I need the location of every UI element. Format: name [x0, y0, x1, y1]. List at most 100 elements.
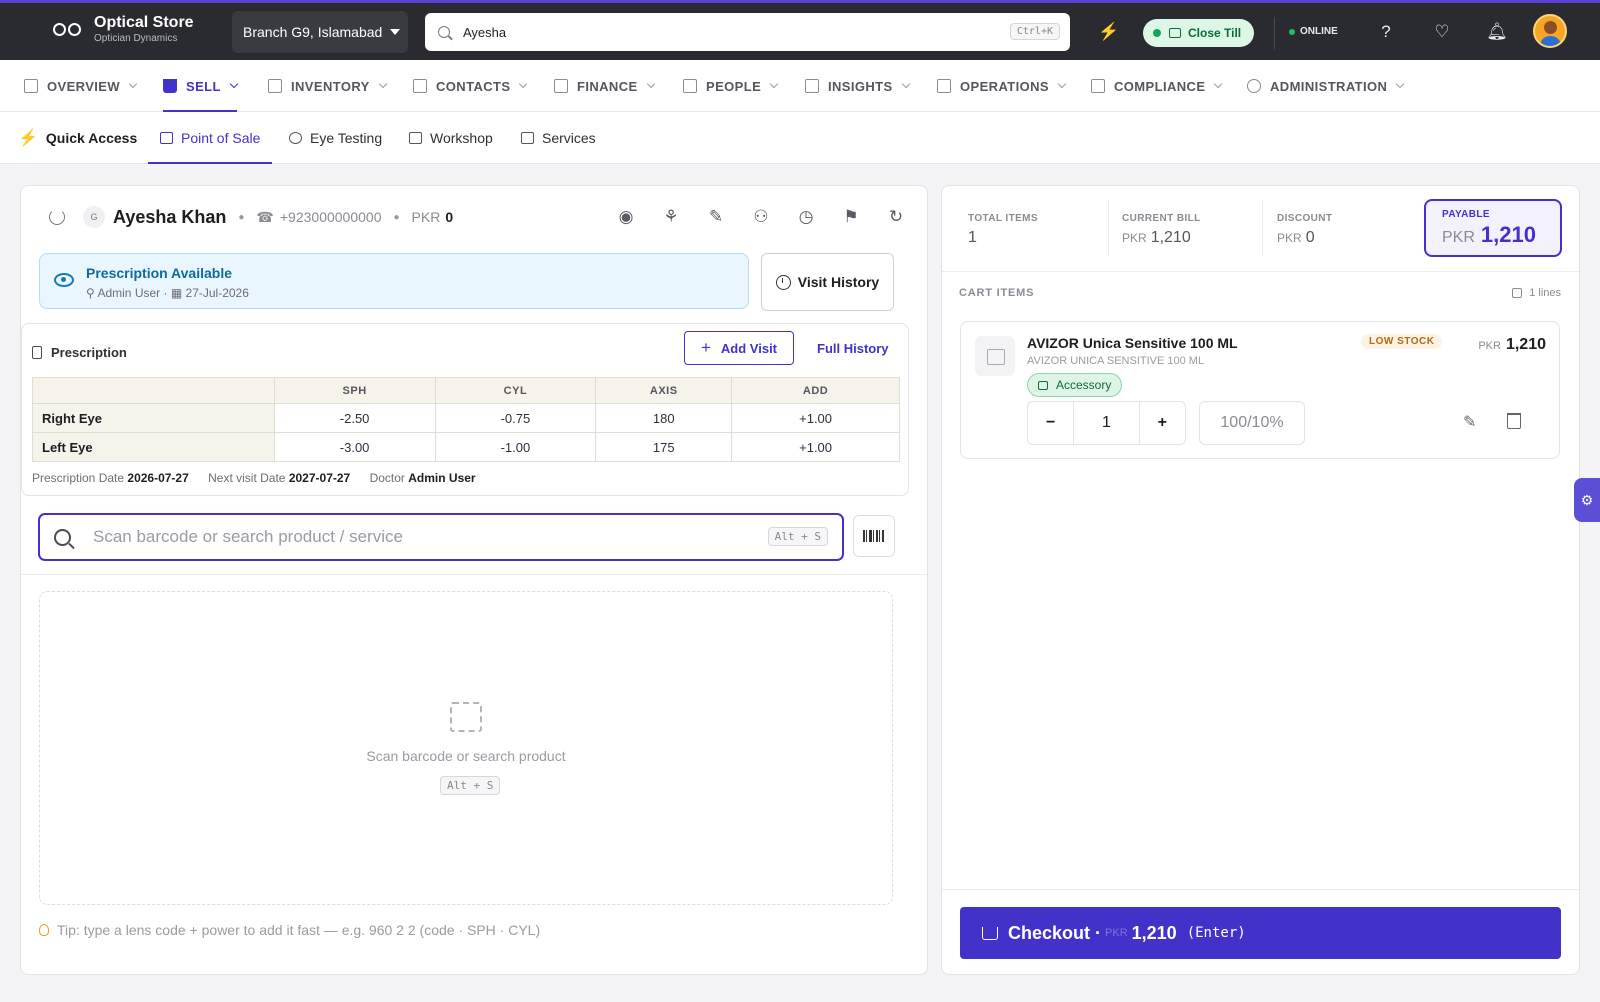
- users-icon: [413, 79, 427, 93]
- empty-state-shortcut: Alt + S: [440, 776, 501, 795]
- barcode-scan-button[interactable]: [853, 515, 895, 557]
- checkout-amount: 1,210: [1131, 922, 1177, 943]
- bolt-icon[interactable]: ⚡: [1097, 21, 1121, 43]
- increment-button[interactable]: +: [1140, 402, 1185, 444]
- edit-icon[interactable]: ✎: [1463, 412, 1476, 432]
- price-value: 1,210: [1505, 336, 1546, 353]
- add-user-icon[interactable]: ⚇: [750, 206, 772, 228]
- prescription-available-banner[interactable]: Prescription Available ⚲ Admin User · ▦ …: [39, 253, 749, 309]
- online-dot: [1289, 28, 1295, 35]
- help-icon[interactable]: ?: [1374, 21, 1398, 43]
- product-search-placeholder: Scan barcode or search product / service: [93, 527, 403, 546]
- next-visit-label: Next visit Date: [208, 471, 286, 485]
- nav-people[interactable]: PEOPLE: [683, 60, 779, 112]
- checkout-button[interactable]: Checkout · PKR 1,210 (Enter): [960, 907, 1561, 959]
- switch-customer-icon[interactable]: [49, 209, 65, 225]
- badge-icon: [683, 79, 697, 93]
- edit-icon[interactable]: ✎: [705, 206, 727, 228]
- tip-label: Tip: type a lens code + power to add it …: [57, 922, 541, 938]
- gear-icon: ⚙: [1580, 491, 1594, 508]
- cart-icon: [982, 926, 998, 940]
- tab-label: Workshop: [430, 130, 493, 146]
- full-history-link[interactable]: Full History: [817, 341, 889, 356]
- chevron-down-icon: [229, 79, 239, 89]
- clock-icon: [775, 274, 791, 290]
- customer-name[interactable]: Ayesha Khan: [113, 207, 226, 228]
- barcode-icon: [450, 702, 482, 732]
- add-header: ADD: [731, 377, 900, 404]
- chevron-down-icon: [1396, 79, 1405, 89]
- chevron-down-icon: [1214, 79, 1223, 89]
- quantity-value[interactable]: 1: [1073, 402, 1140, 444]
- customer-balance: 0: [445, 209, 454, 225]
- nav-inventory[interactable]: INVENTORY: [268, 60, 387, 112]
- add-visit-label: Add Visit: [720, 340, 778, 356]
- doctor-label: Doctor: [369, 471, 405, 485]
- decrement-button[interactable]: −: [1028, 402, 1073, 444]
- nav-finance[interactable]: FINANCE: [554, 60, 655, 112]
- eye-label: Right Eye: [32, 403, 275, 433]
- nav-administration[interactable]: ADMINISTRATION: [1247, 60, 1405, 112]
- bookmark-icon[interactable]: ⚑: [840, 206, 862, 228]
- product-search-input[interactable]: Scan barcode or search product / service…: [38, 513, 844, 561]
- brand[interactable]: Optical Store Optician Dynamics: [52, 13, 194, 45]
- add-value: +1.00: [731, 432, 900, 462]
- tab-point-of-sale[interactable]: Point of Sale: [147, 112, 273, 164]
- nav-overview[interactable]: OVERVIEW: [24, 60, 138, 112]
- pos-cart-panel: TOTAL ITEMS 1 CURRENT BILL PKR 1,210 DISC…: [941, 185, 1580, 975]
- checkout-label: Checkout ·: [1008, 922, 1102, 943]
- cyl-header: CYL: [434, 377, 597, 404]
- bell-icon[interactable]: 🔔︎: [1485, 21, 1509, 43]
- document-icon: [32, 345, 42, 359]
- add-visit-button[interactable]: + Add Visit: [684, 331, 794, 365]
- global-search-input[interactable]: Ayesha Ctrl+K: [425, 13, 1070, 51]
- prescription-available-title: Prescription Available: [86, 265, 233, 281]
- nav-sell[interactable]: SELL: [163, 60, 239, 112]
- rx-date-value: 2026-07-27: [127, 471, 189, 485]
- profile-icon[interactable]: ◉: [615, 206, 637, 228]
- top-bar: Optical Store Optician Dynamics Branch G…: [0, 0, 1600, 60]
- brand-subtitle: Optician Dynamics: [94, 33, 178, 44]
- nav-label: SELL: [186, 78, 221, 94]
- visit-history-button[interactable]: Visit History: [761, 253, 894, 311]
- nav-operations[interactable]: OPERATIONS: [937, 60, 1067, 112]
- tab-workshop[interactable]: Workshop: [409, 112, 493, 164]
- prescription-card: Prescription + Add Visit Full History SP…: [21, 323, 909, 496]
- quick-access[interactable]: ⚡ Quick Access: [18, 112, 137, 164]
- close-till-button[interactable]: Close Till: [1143, 19, 1254, 47]
- add-value: +1.00: [731, 403, 900, 433]
- category-badge: Accessory: [1027, 373, 1123, 397]
- cash-icon: [554, 79, 568, 93]
- cart-item: AVIZOR Unica Sensitive 100 ML AVIZOR UNI…: [960, 321, 1560, 459]
- rx-date-label: Prescription Date: [32, 471, 125, 485]
- current-bill-value: 1,210: [1150, 229, 1191, 246]
- nav-compliance[interactable]: COMPLIANCE: [1091, 60, 1223, 112]
- cyl-value: -0.75: [434, 403, 597, 433]
- settings-side-tab[interactable]: ⚙: [1574, 478, 1600, 522]
- till-status-dot: [1153, 29, 1161, 37]
- nav-contacts[interactable]: CONTACTS: [413, 60, 528, 112]
- plus-icon: +: [700, 338, 711, 357]
- axis-header: AXIS: [595, 377, 733, 404]
- checkout-shortcut: (Enter): [1186, 925, 1246, 941]
- refresh-icon[interactable]: ↻: [885, 206, 907, 228]
- user-icon: ⚲: [86, 286, 95, 300]
- product-thumbnail: [975, 336, 1015, 376]
- nav-label: CONTACTS: [436, 78, 511, 94]
- total-items-label: TOTAL ITEMS: [968, 213, 1038, 224]
- tab-label: Services: [542, 130, 596, 146]
- family-tree-icon[interactable]: ⚘: [660, 206, 682, 228]
- heartbeat-icon[interactable]: ♡: [1430, 21, 1454, 43]
- cart-lines-count: 1 lines: [1512, 287, 1561, 299]
- tab-eye-testing[interactable]: Eye Testing: [289, 112, 382, 164]
- nav-insights[interactable]: INSIGHTS: [805, 60, 910, 112]
- history-icon[interactable]: ◷: [795, 206, 817, 228]
- trash-icon[interactable]: [1507, 413, 1521, 429]
- user-avatar[interactable]: [1533, 14, 1567, 48]
- exit-icon: [1169, 28, 1181, 38]
- branch-selector[interactable]: Branch G9, Islamabad: [232, 11, 408, 53]
- tab-services[interactable]: Services: [521, 112, 596, 164]
- nav-label: PEOPLE: [706, 78, 762, 94]
- discount-input[interactable]: 100/10%: [1199, 401, 1305, 445]
- table-row: Right Eye -2.50 -0.75 180 +1.00: [32, 403, 900, 433]
